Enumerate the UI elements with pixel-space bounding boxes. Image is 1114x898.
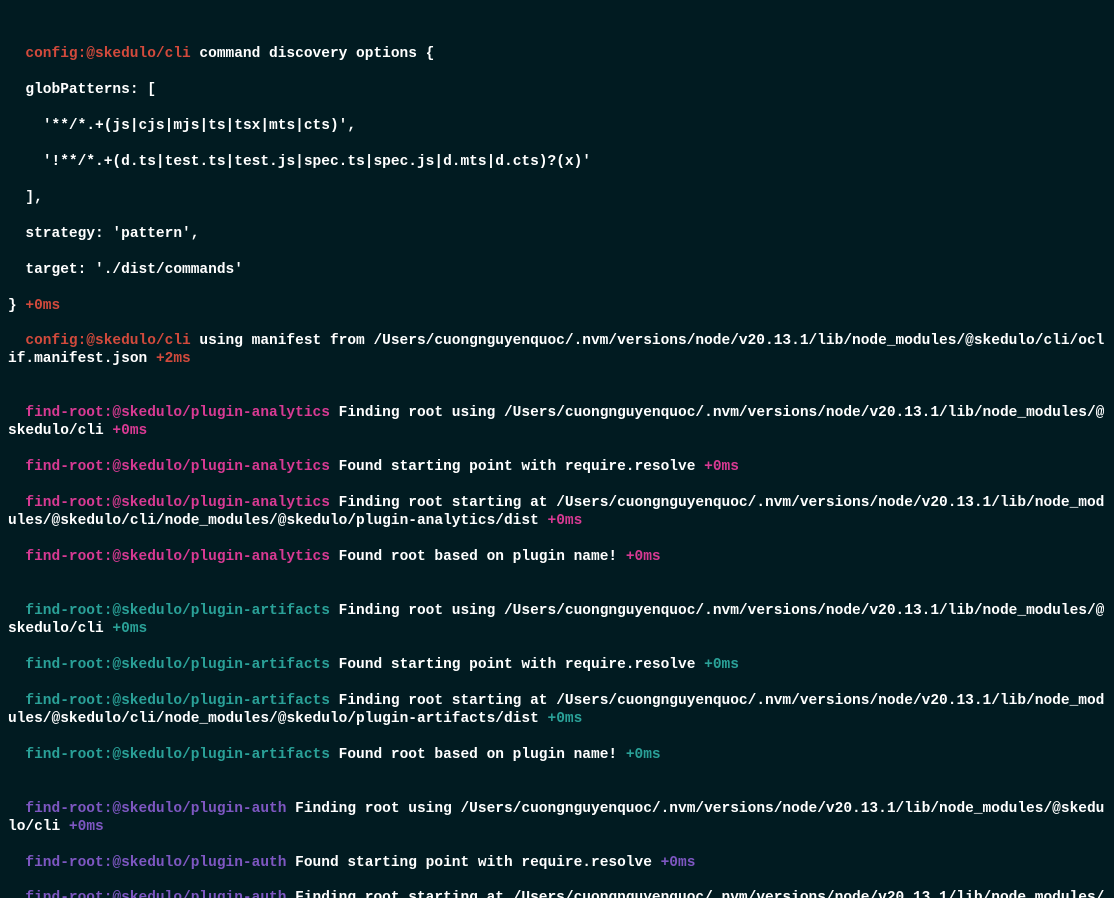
- log-line: config:@skedulo/cli using manifest from …: [8, 333, 1106, 369]
- timestamp: +0ms: [112, 423, 147, 439]
- log-line: find-root:@skedulo/plugin-analytics Find…: [8, 495, 1106, 531]
- log-line: ],: [8, 190, 1106, 208]
- log-line: find-root:@skedulo/plugin-auth Finding r…: [8, 890, 1106, 898]
- log-line: find-root:@skedulo/plugin-analytics Foun…: [8, 459, 1106, 477]
- timestamp: +2ms: [156, 351, 191, 367]
- log-line: find-root:@skedulo/plugin-artifacts Find…: [8, 693, 1106, 729]
- timestamp: +0ms: [661, 855, 696, 871]
- namespace-config: config:@skedulo/cli: [25, 333, 190, 349]
- log-line: } +0ms: [8, 298, 1106, 316]
- timestamp: +0ms: [626, 549, 661, 565]
- namespace-config: config:@skedulo/cli: [25, 46, 190, 62]
- log-line: config:@skedulo/cli command discovery op…: [8, 46, 1106, 64]
- log-line: find-root:@skedulo/plugin-analytics Find…: [8, 405, 1106, 441]
- log-line: find-root:@skedulo/plugin-auth Found sta…: [8, 855, 1106, 873]
- log-line: target: './dist/commands': [8, 262, 1106, 280]
- namespace-auth: find-root:@skedulo/plugin-auth: [25, 801, 286, 817]
- log-line: find-root:@skedulo/plugin-analytics Foun…: [8, 549, 1106, 567]
- log-line: '**/*.+(js|cjs|mjs|ts|tsx|mts|cts)',: [8, 118, 1106, 136]
- timestamp: +0ms: [112, 621, 147, 637]
- namespace-analytics: find-root:@skedulo/plugin-analytics: [25, 405, 330, 421]
- log-line: find-root:@skedulo/plugin-artifacts Foun…: [8, 747, 1106, 765]
- timestamp: +0ms: [25, 298, 60, 314]
- timestamp: +0ms: [548, 711, 583, 727]
- timestamp: +0ms: [548, 513, 583, 529]
- log-line: find-root:@skedulo/plugin-artifacts Find…: [8, 603, 1106, 639]
- log-line: globPatterns: [: [8, 82, 1106, 100]
- timestamp: +0ms: [704, 657, 739, 673]
- log-line: strategy: 'pattern',: [8, 226, 1106, 244]
- namespace-artifacts: find-root:@skedulo/plugin-artifacts: [25, 603, 330, 619]
- log-line: find-root:@skedulo/plugin-auth Finding r…: [8, 801, 1106, 837]
- log-line: find-root:@skedulo/plugin-artifacts Foun…: [8, 657, 1106, 675]
- terminal-output[interactable]: config:@skedulo/cli command discovery op…: [0, 0, 1114, 898]
- timestamp: +0ms: [704, 459, 739, 475]
- timestamp: +0ms: [626, 747, 661, 763]
- timestamp: +0ms: [69, 819, 104, 835]
- log-line: '!**/*.+(d.ts|test.ts|test.js|spec.ts|sp…: [8, 154, 1106, 172]
